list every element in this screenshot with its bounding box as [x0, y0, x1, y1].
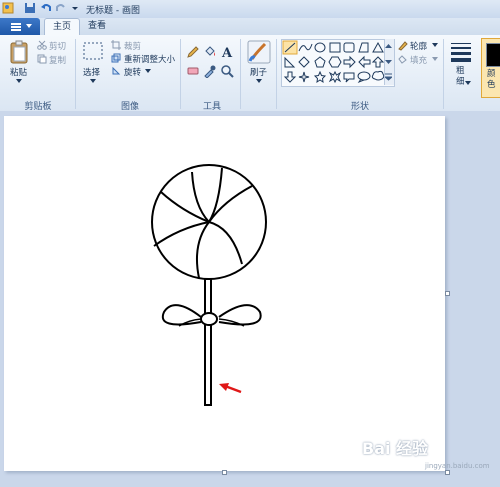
- ribbon: 粘贴 剪切 复制 剪贴板 选择 裁剪 重新调整大小 旋转 图像 A 工具 刷子 …: [0, 35, 500, 112]
- crop-button[interactable]: 裁剪: [124, 40, 141, 52]
- shapes-gallery[interactable]: [281, 39, 395, 87]
- magnifier-icon[interactable]: [220, 64, 234, 78]
- resize-handle-corner[interactable]: [445, 470, 450, 475]
- rotate-dropdown-icon[interactable]: [145, 69, 151, 74]
- paste-dropdown-icon[interactable]: [15, 78, 23, 84]
- paint-app-icon: [2, 2, 14, 14]
- lollipop-drawing: [151, 164, 267, 406]
- shapes-grid: [282, 40, 385, 84]
- redo-icon[interactable]: [55, 2, 67, 14]
- tab-home[interactable]: 主页: [44, 18, 80, 36]
- undo-icon[interactable]: [40, 2, 52, 14]
- rotate-button[interactable]: 旋转: [124, 66, 141, 78]
- tab-view[interactable]: 查看: [82, 18, 112, 35]
- cut-icon: [37, 40, 47, 50]
- baidu-watermark-url: jingyan.baidu.com: [425, 462, 490, 470]
- svg-text:A: A: [221, 46, 233, 59]
- resize-handle-bottom[interactable]: [222, 470, 227, 475]
- fill-icon: [398, 55, 407, 64]
- canvas-workspace: [0, 111, 500, 487]
- shapes-expand-icon[interactable]: [385, 73, 392, 81]
- group-divider: [240, 39, 241, 109]
- resize-handle-right[interactable]: [445, 291, 450, 296]
- group-divider: [443, 39, 444, 109]
- title-bar: 无标题 - 画图: [0, 0, 500, 19]
- red-arrow-icon: [219, 383, 242, 394]
- fill-dropdown-icon[interactable]: [432, 57, 438, 62]
- cut-button[interactable]: 剪切: [49, 40, 66, 52]
- fill-button[interactable]: 填充: [410, 54, 427, 66]
- copy-icon: [37, 54, 47, 64]
- quick-access-dropdown-icon[interactable]: [69, 2, 81, 14]
- shapes-scroll-down-icon[interactable]: [385, 59, 392, 65]
- select-label[interactable]: 选择: [83, 66, 100, 78]
- paste-label[interactable]: 粘贴: [10, 66, 27, 78]
- paint-menu-button[interactable]: [0, 18, 40, 35]
- color1-button[interactable]: 颜 色: [481, 38, 500, 98]
- size-label[interactable]: 粗 细: [456, 66, 465, 88]
- copy-button[interactable]: 复制: [49, 54, 66, 66]
- ribbon-tabs: 主页 查看: [0, 18, 500, 36]
- outline-dropdown-icon[interactable]: [432, 43, 438, 48]
- menu-icon: [11, 23, 21, 31]
- text-icon[interactable]: A: [220, 45, 234, 59]
- crop-icon: [111, 40, 121, 50]
- window-title: 无标题 - 画图: [86, 6, 140, 16]
- save-icon[interactable]: [24, 2, 36, 14]
- color1-label: 颜 色: [487, 69, 496, 90]
- fill-bucket-icon[interactable]: [203, 45, 217, 59]
- paste-icon[interactable]: [9, 40, 29, 64]
- drawing-canvas[interactable]: [4, 116, 445, 471]
- group-divider: [75, 39, 76, 109]
- baidu-watermark: Bai 经验: [362, 439, 429, 458]
- shapes-scroll-up-icon[interactable]: [385, 43, 392, 49]
- brushes-icon[interactable]: [247, 40, 271, 64]
- pencil-icon[interactable]: [186, 45, 200, 59]
- color1-swatch: [486, 43, 500, 67]
- select-icon[interactable]: [82, 40, 104, 62]
- resize-icon: [111, 53, 121, 63]
- brushes-dropdown-icon[interactable]: [255, 78, 263, 84]
- group-divider: [180, 39, 181, 109]
- size-dropdown-icon[interactable]: [465, 81, 471, 86]
- brushes-label[interactable]: 刷子: [250, 66, 267, 78]
- eraser-icon[interactable]: [186, 64, 200, 78]
- size-icon[interactable]: [450, 41, 472, 63]
- group-divider: [276, 39, 277, 109]
- select-dropdown-icon[interactable]: [89, 78, 97, 84]
- rotate-icon: [112, 66, 121, 75]
- color-picker-icon[interactable]: [203, 64, 217, 78]
- outline-icon: [398, 41, 408, 51]
- resize-button[interactable]: 重新调整大小: [124, 53, 175, 65]
- outline-button[interactable]: 轮廓: [410, 40, 427, 52]
- chevron-down-icon: [26, 24, 32, 28]
